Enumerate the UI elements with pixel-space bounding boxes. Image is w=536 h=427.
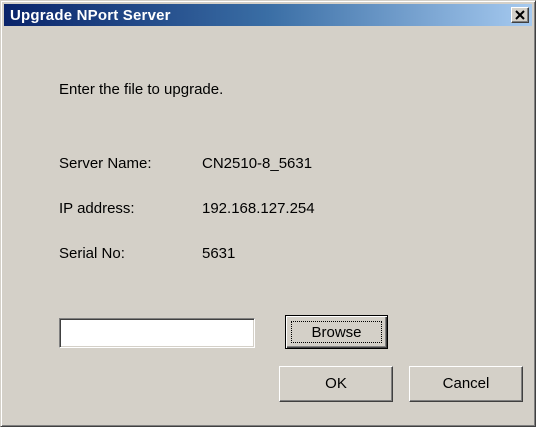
ip-address-value: 192.168.127.254 bbox=[202, 200, 315, 217]
server-name-value: CN2510-8_5631 bbox=[202, 155, 313, 172]
ip-address-label: IP address: bbox=[59, 200, 135, 217]
instruction-text: Enter the file to upgrade. bbox=[59, 81, 224, 98]
cancel-button[interactable]: Cancel bbox=[409, 366, 523, 402]
close-icon bbox=[515, 10, 525, 20]
browse-button[interactable]: Browse bbox=[285, 315, 388, 349]
close-button[interactable] bbox=[511, 7, 529, 23]
title-bar[interactable]: Upgrade NPort Server bbox=[4, 4, 532, 26]
window-title: Upgrade NPort Server bbox=[10, 7, 171, 24]
server-name-label: Server Name: bbox=[59, 155, 152, 172]
upgrade-dialog: Upgrade NPort Server Enter the file to u… bbox=[0, 0, 536, 427]
browse-button-label: Browse bbox=[291, 321, 382, 343]
serial-no-value: 5631 bbox=[202, 245, 236, 262]
ok-button[interactable]: OK bbox=[279, 366, 393, 402]
file-path-input[interactable] bbox=[59, 318, 255, 348]
serial-no-label: Serial No: bbox=[59, 245, 125, 262]
